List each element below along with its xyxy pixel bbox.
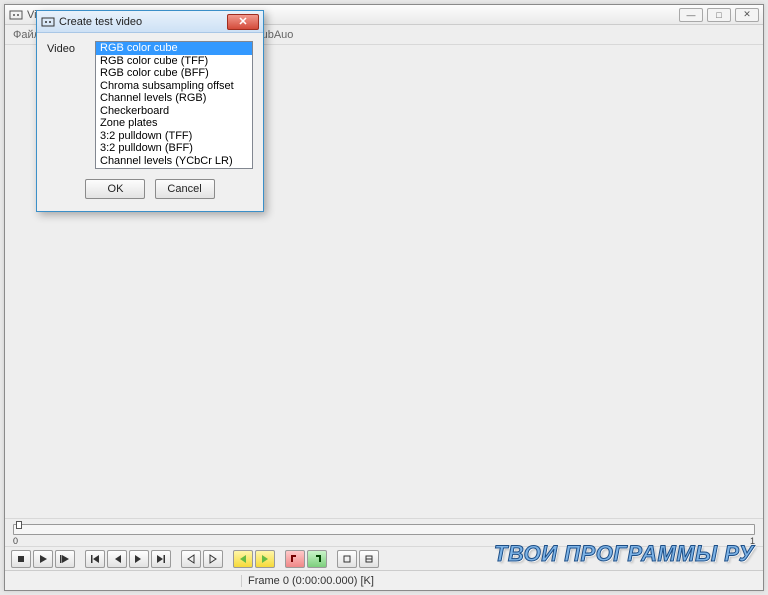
list-item[interactable]: Chroma subsampling offset	[96, 80, 252, 93]
minimize-button[interactable]: —	[679, 8, 703, 22]
ok-button[interactable]: OK	[85, 179, 145, 199]
cancel-button[interactable]: Cancel	[155, 179, 215, 199]
video-listbox[interactable]: RGB color cube RGB color cube (TFF) RGB …	[95, 41, 253, 169]
play-input-button[interactable]	[33, 550, 53, 568]
timeline: 0 1	[5, 518, 763, 546]
mark-in-button[interactable]	[285, 550, 305, 568]
dialog-close-button[interactable]: ✕	[227, 14, 259, 30]
play-output-button[interactable]	[55, 550, 75, 568]
list-item[interactable]: 3:2 pulldown (TFF)	[96, 130, 252, 143]
app-icon	[9, 8, 23, 22]
list-item[interactable]: Channel levels (YCbCr LR)	[96, 155, 252, 168]
seek-start-button[interactable]	[85, 550, 105, 568]
status-frame-text: Frame 0 (0:00:00.000) [K]	[241, 575, 374, 587]
key-prev-button[interactable]	[181, 550, 201, 568]
list-item[interactable]: Checkerboard	[96, 105, 252, 118]
timeline-cursor[interactable]	[16, 521, 22, 529]
dialog-titlebar: Create test video ✕	[37, 11, 263, 33]
list-item[interactable]: Channel levels (YCbCr FR)	[96, 167, 252, 169]
extra1-button[interactable]	[337, 550, 357, 568]
timeline-track[interactable]	[13, 524, 755, 535]
video-label: Video	[47, 41, 95, 55]
transport-controls	[5, 546, 763, 570]
list-item[interactable]: RGB color cube	[96, 42, 252, 55]
dialog-icon	[41, 15, 55, 29]
scene-rev-button[interactable]	[233, 550, 253, 568]
list-item[interactable]: 3:2 pulldown (BFF)	[96, 142, 252, 155]
list-item[interactable]: Zone plates	[96, 117, 252, 130]
seek-end-button[interactable]	[151, 550, 171, 568]
maximize-button[interactable]: □	[707, 8, 731, 22]
mark-out-button[interactable]	[307, 550, 327, 568]
key-next-button[interactable]	[203, 550, 223, 568]
list-item[interactable]: Channel levels (RGB)	[96, 92, 252, 105]
scene-fwd-button[interactable]	[255, 550, 275, 568]
step-back-button[interactable]	[107, 550, 127, 568]
status-bar: Frame 0 (0:00:00.000) [K]	[5, 570, 763, 590]
list-item[interactable]: RGB color cube (BFF)	[96, 67, 252, 80]
timeline-start: 0	[13, 536, 18, 546]
timeline-end: 1	[750, 536, 755, 546]
step-fwd-button[interactable]	[129, 550, 149, 568]
close-button[interactable]: ✕	[735, 8, 759, 22]
extra2-button[interactable]	[359, 550, 379, 568]
list-item[interactable]: RGB color cube (TFF)	[96, 55, 252, 68]
create-test-video-dialog: Create test video ✕ Video RGB color cube…	[36, 10, 264, 212]
dialog-title-text: Create test video	[59, 16, 227, 28]
stop-button[interactable]	[11, 550, 31, 568]
